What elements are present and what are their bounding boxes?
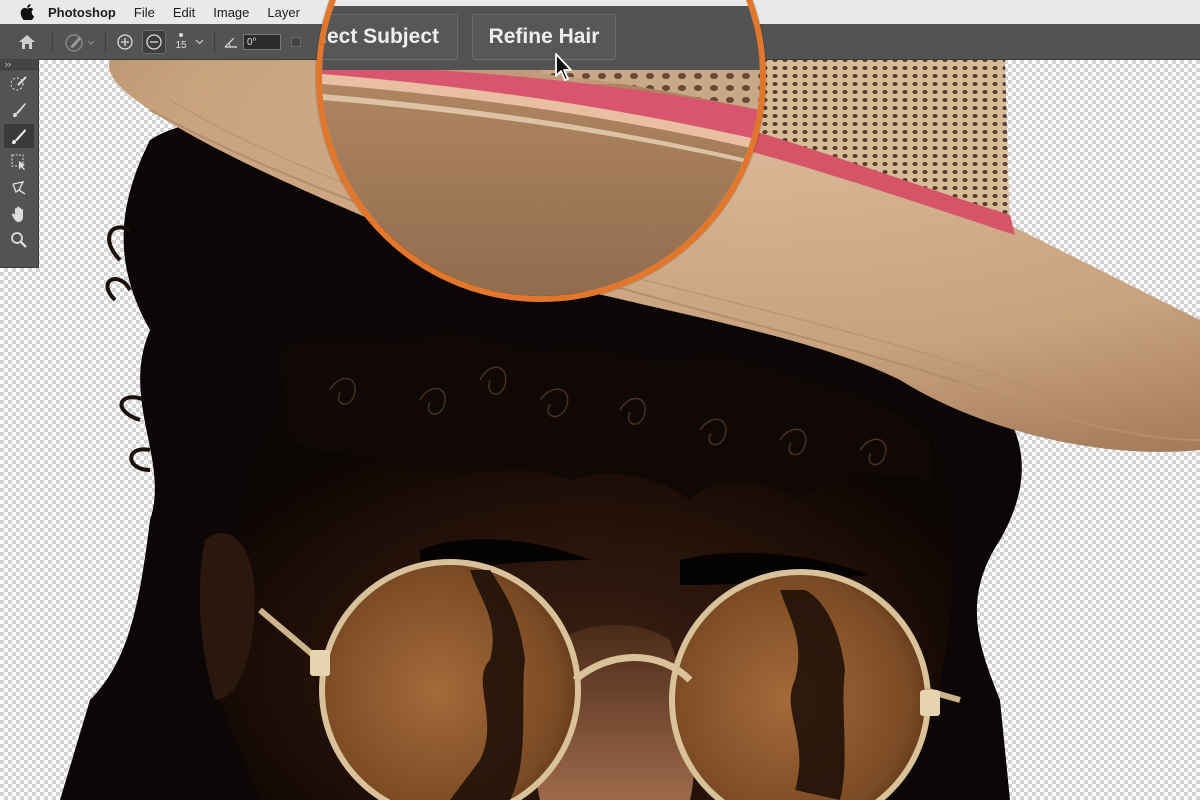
select-subject-button[interactable]: lect Subject [322, 14, 458, 60]
cursor-arrow-icon [555, 53, 572, 81]
options-separator [214, 30, 215, 53]
hand-icon[interactable] [4, 202, 34, 226]
magnifier-callout: lect Subject Refine Hair [316, 0, 766, 302]
zoom-icon[interactable] [4, 228, 34, 252]
refine-edge-brush-icon[interactable] [4, 98, 34, 122]
quick-selection-icon[interactable] [4, 72, 34, 96]
object-selection-icon[interactable] [4, 150, 34, 174]
menu-layer[interactable]: Layer [267, 5, 300, 20]
angle-field[interactable]: 0° [243, 33, 281, 50]
brush-icon[interactable] [4, 124, 34, 148]
options-separator [52, 30, 53, 53]
subtract-from-selection-icon[interactable] [142, 29, 166, 54]
chevron-down-icon[interactable] [192, 29, 206, 55]
collapse-panel-icon[interactable]: ›› [0, 59, 38, 70]
sample-all-layers-checkbox[interactable] [291, 36, 301, 47]
angle-icon [223, 29, 239, 55]
tools-panel: ›› [0, 59, 39, 268]
add-to-selection-icon[interactable] [114, 31, 136, 53]
brush-size-value: 15 [175, 39, 187, 51]
refine-hair-button[interactable]: Refine Hair [472, 14, 616, 60]
options-separator [105, 30, 106, 53]
brush-preset-icon[interactable] [61, 29, 97, 55]
lasso-icon[interactable] [4, 176, 34, 200]
menu-edit[interactable]: Edit [173, 5, 195, 20]
menu-image[interactable]: Image [213, 5, 249, 20]
home-icon[interactable] [10, 29, 44, 55]
menu-photoshop[interactable]: Photoshop [48, 5, 116, 20]
brush-size-picker[interactable]: 15 [170, 32, 192, 51]
apple-icon[interactable] [20, 4, 34, 20]
magnified-hat-image [322, 70, 760, 296]
brush-dot-icon [179, 32, 183, 37]
menu-file[interactable]: File [134, 5, 155, 20]
